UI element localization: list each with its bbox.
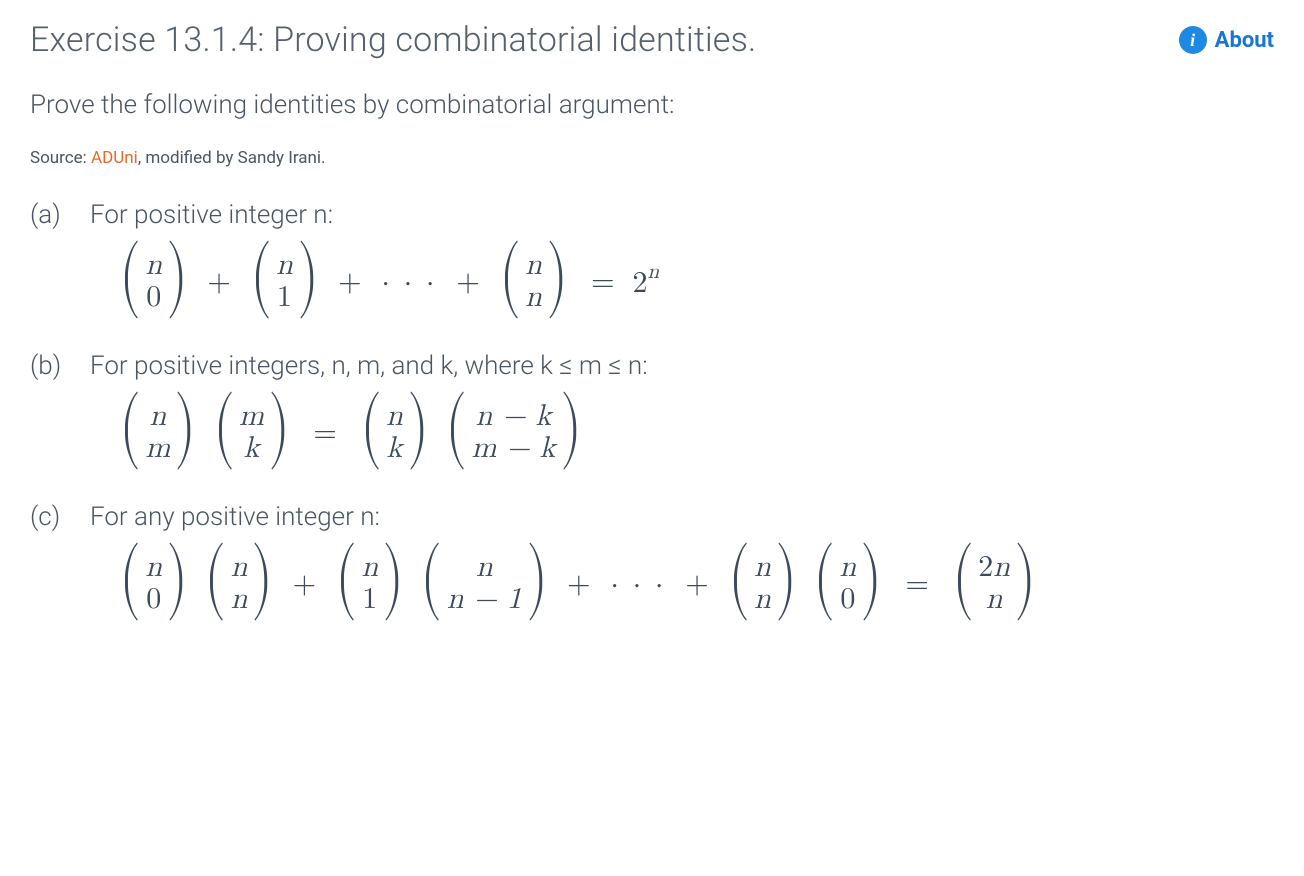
prompt-text: Prove the following identities by combin… [30, 90, 1274, 120]
binom-n-0: ( n0 ) [115, 248, 192, 315]
equals: = [894, 566, 941, 602]
part-a-body: For positive integer n: ( n0 ) + ( n1 ) … [90, 200, 1274, 315]
two-to-n: 2n [632, 263, 659, 301]
info-icon: i [1179, 26, 1207, 54]
binom-n-n: ( nn ) [495, 248, 572, 315]
plus-op: + [677, 566, 716, 602]
binom-m-k: ( mk ) [209, 399, 295, 466]
equals: = [301, 415, 348, 451]
binom-n-n: ( nn ) [724, 550, 801, 617]
about-label: About [1215, 28, 1274, 53]
page-title: Exercise 13.1.4: Proving combinatorial i… [30, 20, 756, 60]
binom-n-0: ( n0 ) [809, 550, 886, 617]
header-row: Exercise 13.1.4: Proving combinatorial i… [30, 20, 1274, 60]
part-a-equation: ( n0 ) + ( n1 ) + · · · + ( nn ) = [90, 248, 1274, 315]
part-b-lead: For positive integers, n, m, and k, wher… [90, 351, 1274, 381]
binom-n-n: ( nn ) [200, 550, 277, 617]
part-c-equation: ( n0 ) ( nn ) + ( n1 ) ( nn − 1 [90, 550, 1274, 617]
part-c-label: (c) [30, 502, 70, 617]
plus-op: + [330, 264, 369, 300]
cdots: · · · [375, 264, 442, 300]
binom-n-0: ( n0 ) [115, 550, 192, 617]
part-b-body: For positive integers, n, m, and k, wher… [90, 351, 1274, 466]
binom-n-nm1: ( nn − 1 ) [416, 550, 552, 617]
binom-nk-mk: ( n − k m − k ) [441, 399, 586, 466]
page: Exercise 13.1.4: Proving combinatorial i… [0, 0, 1304, 693]
plus-op: + [448, 264, 487, 300]
source-line: Source: ADUni, modified by Sandy Irani. [30, 148, 1274, 168]
binom-n-k: ( nk ) [356, 399, 433, 466]
part-b-equation: ( nm ) ( mk ) = ( nk ) ( [90, 399, 1274, 466]
source-prefix: Source: [30, 148, 91, 168]
part-a-label: (a) [30, 200, 70, 315]
plus-op: + [559, 566, 598, 602]
cdots: · · · [604, 566, 671, 602]
about-button[interactable]: i About [1179, 26, 1274, 54]
binom-n-m: ( nm ) [115, 399, 201, 466]
source-suffix: , modified by Sandy Irani. [138, 148, 326, 168]
source-link[interactable]: ADUni [91, 148, 138, 168]
binom-2n-n: ( 2nn ) [948, 550, 1040, 617]
plus-op: + [199, 264, 238, 300]
part-c-lead: For any positive integer n: [90, 502, 1274, 532]
part-a: (a) For positive integer n: ( n0 ) + ( n… [30, 200, 1274, 315]
equals: = [579, 264, 626, 300]
part-a-lead: For positive integer n: [90, 200, 1274, 230]
binom-n-1: ( n1 ) [331, 550, 408, 617]
part-c: (c) For any positive integer n: ( n0 ) (… [30, 502, 1274, 617]
binom-n-1: ( n1 ) [246, 248, 323, 315]
part-b: (b) For positive integers, n, m, and k, … [30, 351, 1274, 466]
plus-op: + [285, 566, 324, 602]
part-b-label: (b) [30, 351, 70, 466]
part-c-body: For any positive integer n: ( n0 ) ( nn … [90, 502, 1274, 617]
